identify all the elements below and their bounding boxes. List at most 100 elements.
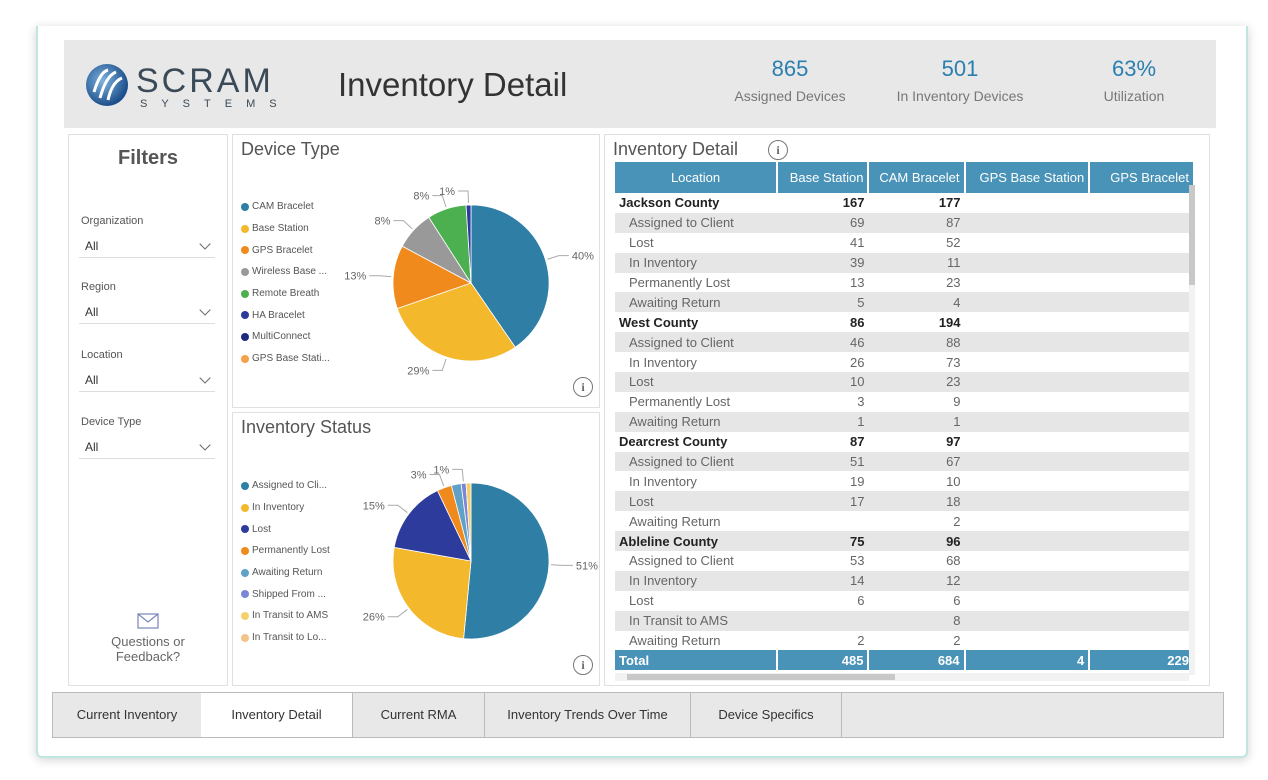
column-header-gps-base-station[interactable]: GPS Base Station xyxy=(964,162,1091,193)
pie-slice[interactable] xyxy=(463,482,550,640)
table-row[interactable]: Awaiting Return 1 1 xyxy=(615,411,1194,432)
row-label: West County xyxy=(619,314,699,330)
column-header-cam-bracelet[interactable]: CAM Bracelet xyxy=(868,162,966,193)
table-row[interactable]: Awaiting Return 2 xyxy=(615,511,1194,531)
row-label: In Transit to AMS xyxy=(615,610,778,631)
table-row[interactable]: In Inventory 14 12 xyxy=(615,570,1194,591)
table-cell: 69 xyxy=(777,212,869,233)
filters-title: Filters xyxy=(117,147,179,169)
tab-device-specifics[interactable]: Device Specifics xyxy=(691,693,842,737)
table-cell xyxy=(1089,631,1194,651)
table-row[interactable]: In Inventory 19 10 xyxy=(615,471,1194,491)
table-cell: 88 xyxy=(868,332,965,353)
table-cell xyxy=(1089,411,1194,432)
table-cell: 1 xyxy=(868,411,965,432)
scrollbar-thumb[interactable] xyxy=(1189,185,1195,285)
table-cell xyxy=(1089,273,1194,293)
table-row[interactable]: Permanently Lost 3 9 xyxy=(615,392,1194,412)
table-cell xyxy=(1089,531,1194,552)
tab-current-inventory[interactable]: Current Inventory xyxy=(53,693,202,737)
feedback-link[interactable]: Questions or Feedback? xyxy=(69,634,227,664)
table-cell: 2 xyxy=(953,633,961,649)
envelope-icon[interactable] xyxy=(137,613,159,629)
column-header-gps-bracelet[interactable]: GPS Bracelet xyxy=(1089,162,1195,193)
row-label: Permanently Lost xyxy=(629,394,731,410)
tab-inventory-detail[interactable]: Inventory Detail xyxy=(201,693,353,737)
table-cell xyxy=(964,451,1090,472)
scrollbar-thumb[interactable] xyxy=(627,674,895,680)
table-cell xyxy=(965,352,1090,372)
vertical-scrollbar[interactable] xyxy=(1189,185,1195,675)
column-header-location[interactable]: Location xyxy=(615,162,779,193)
row-label: Lost xyxy=(615,372,778,392)
table-cell: 39 xyxy=(777,252,869,273)
pie-label-leader xyxy=(387,609,408,618)
table-row[interactable]: Lost 6 6 xyxy=(615,591,1194,611)
table-row[interactable]: Lost 10 23 xyxy=(615,372,1194,392)
scram-logo: SCRAM SYSTEMS xyxy=(84,60,294,112)
table-cell: 13 xyxy=(850,275,865,290)
table-row[interactable]: Awaiting Return 2 2 xyxy=(615,631,1194,651)
info-icon[interactable]: i xyxy=(768,140,788,160)
table-cell: 51 xyxy=(777,451,869,472)
location-select[interactable]: All xyxy=(79,369,215,392)
device-type-select[interactable]: All xyxy=(79,436,215,459)
info-icon[interactable]: i xyxy=(573,377,593,397)
horizontal-scrollbar[interactable] xyxy=(615,673,1189,681)
table-cell: 167 xyxy=(842,195,865,211)
kpi-in-inventory-devices: 501 In Inventory Devices xyxy=(880,56,1040,104)
row-label: Assigned to Client xyxy=(615,332,778,353)
column-header-base-station[interactable]: Base Station xyxy=(777,162,870,193)
table-cell xyxy=(1089,212,1194,233)
pie-label-leader xyxy=(550,564,573,566)
table-row[interactable]: Permanently Lost 13 23 xyxy=(615,273,1194,293)
organization-select[interactable]: All xyxy=(79,235,215,258)
table-row[interactable]: Assigned to Client 51 67 xyxy=(615,451,1194,472)
table-group-row[interactable]: Ableline County 75 96 xyxy=(615,531,1194,552)
pie-data-label: 15% xyxy=(363,500,385,512)
tab-inventory-trends[interactable]: Inventory Trends Over Time xyxy=(485,693,691,737)
table-row[interactable]: Assigned to Client 53 68 xyxy=(615,551,1194,571)
page-title: Inventory Detail xyxy=(338,66,568,103)
table-group-row[interactable]: West County 86 194 xyxy=(615,312,1194,332)
table-cell: 2 xyxy=(857,633,865,649)
pie-label-leader xyxy=(547,255,569,260)
table-cell xyxy=(965,551,1090,571)
pie-label-leader xyxy=(387,504,408,513)
table-cell xyxy=(1089,551,1194,571)
table-cell xyxy=(964,531,1090,552)
region-select[interactable]: All xyxy=(79,301,215,324)
table-cell xyxy=(965,631,1090,651)
select-value: All xyxy=(85,239,99,253)
table-cell xyxy=(965,273,1090,293)
total-cell: 684 xyxy=(868,650,966,671)
kpi-label: In Inventory Devices xyxy=(896,88,1024,104)
table-row[interactable]: Lost 41 52 xyxy=(615,233,1194,253)
table-cell: 17 xyxy=(777,491,869,512)
pie-data-label: 51% xyxy=(576,560,598,572)
table-row[interactable]: In Transit to AMS 8 xyxy=(615,610,1194,631)
table-row[interactable]: Awaiting Return 5 4 xyxy=(615,292,1194,313)
table-cell xyxy=(1089,610,1194,631)
table-row[interactable]: In Inventory 39 11 xyxy=(615,252,1194,273)
table-cell: 10 xyxy=(777,372,869,392)
info-icon[interactable]: i xyxy=(573,655,593,675)
logo-globe-icon xyxy=(86,64,128,106)
select-value: All xyxy=(85,305,99,319)
tab-current-rma[interactable]: Current RMA xyxy=(353,693,485,737)
table-group-row[interactable]: Jackson County 167 177 xyxy=(615,193,1194,213)
table-row[interactable]: Assigned to Client 69 87 xyxy=(615,212,1194,233)
table-row[interactable]: Assigned to Client 46 88 xyxy=(615,332,1194,353)
table-row[interactable]: In Inventory 26 73 xyxy=(615,352,1194,372)
region-label: Region xyxy=(81,281,116,293)
inventory-detail-title: Inventory Detail xyxy=(613,139,739,159)
device-type-pie-chart[interactable]: 40% 29% 13% 8% 8% 1% xyxy=(233,135,599,407)
table-cell: 96 xyxy=(868,531,965,552)
pie-data-label: 1% xyxy=(439,186,455,198)
pie-slice[interactable] xyxy=(392,546,472,640)
inventory-status-pie-chart[interactable]: 51% 26% 15% 3% 1% xyxy=(233,413,599,685)
table-row[interactable]: Lost 17 18 xyxy=(615,491,1194,512)
row-label: Awaiting Return xyxy=(629,513,721,529)
row-label: Awaiting Return xyxy=(615,411,778,432)
table-group-row[interactable]: Dearcrest County 87 97 xyxy=(615,432,1194,452)
